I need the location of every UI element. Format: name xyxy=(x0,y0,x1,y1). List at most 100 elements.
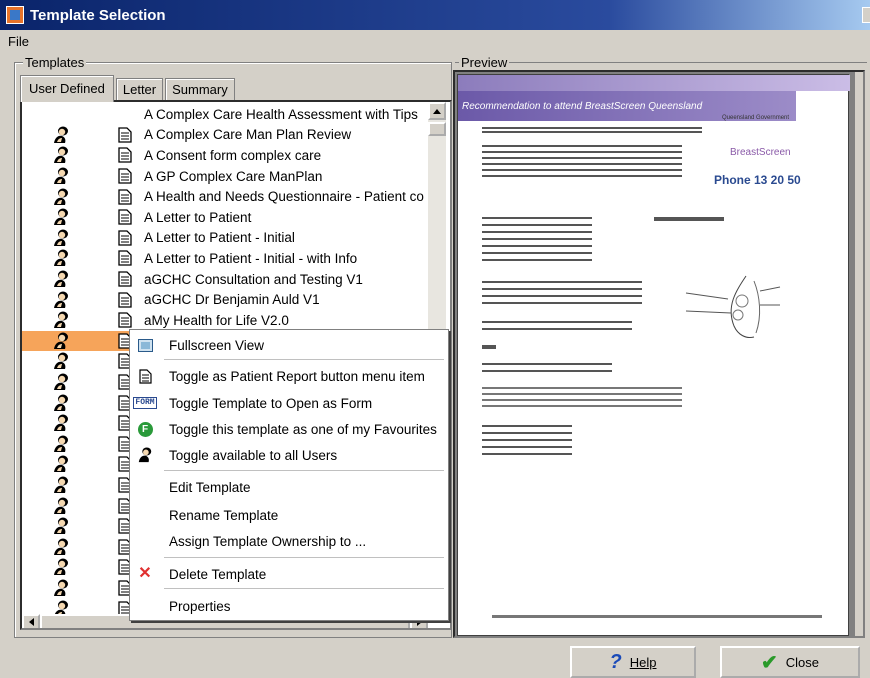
menu-separator xyxy=(164,557,444,558)
menu-item-toggle-all-users[interactable]: Toggle available to all Users xyxy=(130,442,448,468)
document-icon xyxy=(137,368,153,384)
list-item[interactable]: A Complex Care Man Plan Review xyxy=(22,125,432,146)
template-name: A Complex Care Man Plan Review xyxy=(144,127,352,143)
list-item[interactable]: aMy Health for Life V2.0 xyxy=(22,310,432,331)
templates-group-label: Templates xyxy=(23,55,87,70)
user-icon xyxy=(52,414,70,432)
menu-item-fullscreen-view[interactable]: Fullscreen View xyxy=(130,332,448,358)
window-title: Template Selection xyxy=(30,6,166,24)
user-icon xyxy=(52,332,70,350)
template-name: A Consent form complex care xyxy=(144,147,322,163)
app-icon xyxy=(6,6,24,24)
template-name: A Letter to Patient - Initial - with Inf… xyxy=(144,250,358,266)
user-icon xyxy=(52,229,70,247)
user-icon xyxy=(52,311,70,329)
maximize-button[interactable] xyxy=(862,7,870,23)
user-icon xyxy=(52,188,70,206)
user-icon xyxy=(52,497,70,515)
template-tabs: User Defined Letter Summary xyxy=(20,73,237,102)
menu-item-edit-template[interactable]: Edit Template xyxy=(130,474,448,500)
user-icon xyxy=(52,291,70,309)
menu-separator xyxy=(164,470,444,471)
preview-panel: Recommendation to attend BreastScreen Qu… xyxy=(453,70,865,638)
list-item[interactable]: aGCHC Consultation and Testing V1 xyxy=(22,269,432,290)
list-item[interactable]: A Letter to Patient xyxy=(22,207,432,228)
anatomy-diagram xyxy=(685,275,781,338)
preview-scroll-rail[interactable] xyxy=(855,72,863,636)
tab-letter[interactable]: Letter xyxy=(115,78,164,101)
template-name: A Letter to Patient - Initial xyxy=(144,230,295,246)
arrow-left-icon xyxy=(28,618,34,626)
preview-brand: BreastScreen xyxy=(730,147,791,158)
menu-item-toggle-patient-report[interactable]: Toggle as Patient Report button menu ite… xyxy=(130,363,448,389)
document-icon xyxy=(118,147,132,164)
document-icon xyxy=(118,271,132,287)
document-icon xyxy=(118,127,132,143)
menu-item-label: Toggle available to all Users xyxy=(169,447,338,463)
user-icon xyxy=(52,373,70,391)
scroll-left-button[interactable] xyxy=(22,614,40,628)
preview-header-strip xyxy=(458,75,850,91)
menu-item-toggle-open-as-form[interactable]: FORM Toggle Template to Open as Form xyxy=(130,390,448,416)
template-name: aGCHC Consultation and Testing V1 xyxy=(144,271,363,287)
preview-phone: Phone 13 20 50 xyxy=(714,173,801,187)
menu-item-assign-ownership[interactable]: Assign Template Ownership to ... xyxy=(130,528,448,554)
user-icon xyxy=(52,538,70,556)
menu-item-rename-template[interactable]: Rename Template xyxy=(130,502,448,528)
user-icon xyxy=(52,455,70,473)
menu-file[interactable]: File xyxy=(4,34,33,49)
user-icon xyxy=(52,167,70,185)
list-item[interactable]: aGCHC Dr Benjamin Auld V1 xyxy=(22,289,432,310)
list-item[interactable]: A GP Complex Care ManPlan xyxy=(22,166,432,187)
menu-separator xyxy=(164,588,444,589)
user-icon xyxy=(52,249,70,267)
template-name: A Complex Care Health Assessment with Ti… xyxy=(144,106,418,122)
fullscreen-icon xyxy=(137,337,153,353)
user-icon xyxy=(52,270,70,288)
preview-group-label: Preview xyxy=(459,55,510,70)
list-item[interactable]: A Consent form complex care xyxy=(22,145,432,166)
template-name: A Health and Needs Questionnaire - Patie… xyxy=(144,189,424,205)
preview-gov-logo: Queensland Government xyxy=(722,115,790,121)
list-item[interactable]: A Complex Care Health Assessment with Ti… xyxy=(22,104,432,125)
close-button[interactable]: ✔ Close xyxy=(720,646,860,678)
scroll-thumb[interactable] xyxy=(428,122,446,136)
delete-icon: ✕ xyxy=(138,565,152,582)
help-button[interactable]: ? Help xyxy=(570,646,696,678)
checkmark-icon: ✔ xyxy=(760,651,778,674)
users-icon xyxy=(137,447,153,463)
document-icon xyxy=(118,292,132,308)
document-icon xyxy=(118,312,132,328)
user-icon xyxy=(52,394,70,412)
document-icon xyxy=(118,209,132,225)
preview-page: Recommendation to attend BreastScreen Qu… xyxy=(457,74,850,636)
menu-item-toggle-favourite[interactable]: F Toggle this template as one of my Favou… xyxy=(130,416,448,442)
menu-item-label: Toggle this template as one of my Favour… xyxy=(169,421,437,437)
list-item[interactable]: A Letter to Patient - Initial xyxy=(22,228,432,249)
document-icon xyxy=(118,189,132,205)
menu-item-delete-template[interactable]: ✕ Delete Template xyxy=(130,561,448,587)
menu-item-properties[interactable]: Properties xyxy=(130,593,448,619)
user-icon xyxy=(52,476,70,494)
tab-user-defined[interactable]: User Defined xyxy=(20,75,114,102)
title-bar: Template Selection xyxy=(0,0,870,30)
scroll-up-button[interactable] xyxy=(428,102,446,120)
menu-item-label: Delete Template xyxy=(169,566,267,582)
template-name: aMy Health for Life V2.0 xyxy=(144,312,289,328)
menu-item-label: Toggle Template to Open as Form xyxy=(169,395,373,411)
user-icon xyxy=(52,208,70,226)
menu-item-label: Fullscreen View xyxy=(169,337,265,353)
template-selection-window: Template Selection File Templates Previe… xyxy=(0,0,870,678)
menu-item-label: Edit Template xyxy=(169,479,251,495)
arrow-up-icon xyxy=(433,108,441,114)
template-name: A Letter to Patient xyxy=(144,209,252,225)
document-icon xyxy=(118,230,132,246)
context-menu: Fullscreen View Toggle as Patient Report … xyxy=(129,329,449,621)
list-item[interactable]: A Letter to Patient - Initial - with Inf… xyxy=(22,248,432,269)
user-icon xyxy=(52,126,70,144)
menu-item-label: Assign Template Ownership to ... xyxy=(169,533,367,549)
tab-summary[interactable]: Summary xyxy=(165,78,235,101)
form-icon: FORM xyxy=(133,397,157,409)
menu-item-label: Properties xyxy=(169,598,231,614)
list-item[interactable]: A Health and Needs Questionnaire - Patie… xyxy=(22,186,432,207)
